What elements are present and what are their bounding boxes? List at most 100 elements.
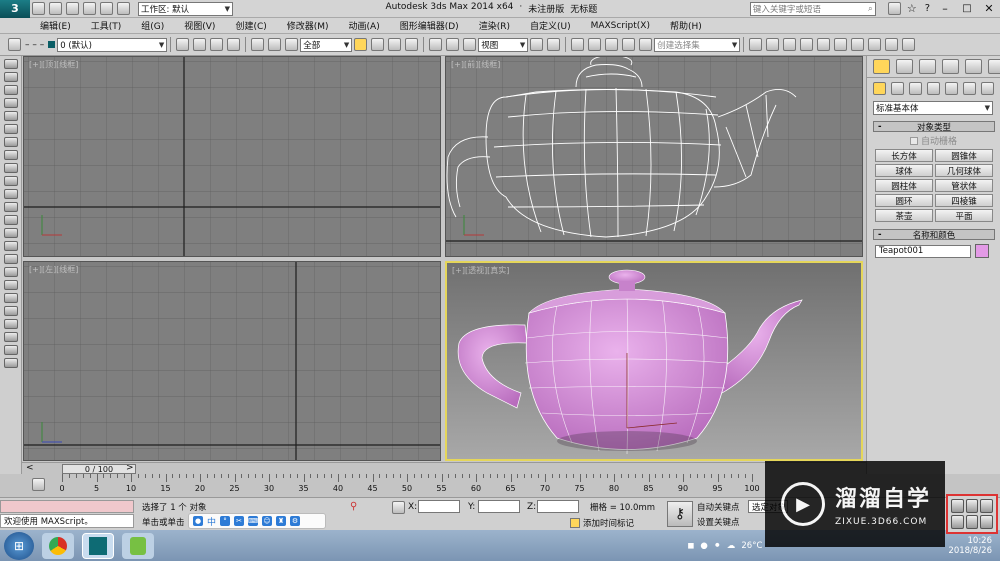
tool-icon[interactable] <box>3 124 18 134</box>
viewport-label[interactable]: [+][左][线框] <box>29 264 78 275</box>
ime-user-icon[interactable]: ☺ <box>262 516 273 526</box>
zoom-icon[interactable] <box>951 499 964 513</box>
tool-icon[interactable] <box>3 215 18 225</box>
tray-icon[interactable]: ◼ <box>687 541 694 551</box>
set-key-mode-icon[interactable]: ⚷ <box>667 501 693 527</box>
menu-help[interactable]: 帮助(H) <box>660 19 712 32</box>
tray-icon[interactable]: ● <box>700 541 707 551</box>
layer-add-icon[interactable] <box>193 38 207 51</box>
unlink-icon[interactable] <box>268 38 282 51</box>
new-file-icon[interactable] <box>32 2 45 15</box>
add-time-tag[interactable]: 添加时间标记 <box>570 516 660 529</box>
ime-keyboard-icon[interactable]: ⌨ <box>248 516 258 526</box>
ime-settings-icon[interactable]: ⚙ <box>290 516 301 526</box>
menu-customize[interactable]: 自定义(U) <box>520 19 581 32</box>
x-coord-input[interactable] <box>418 500 460 513</box>
plane-button[interactable]: 平面 <box>935 209 993 222</box>
shapes-icon[interactable] <box>891 82 904 95</box>
bind-spacewarp-icon[interactable] <box>285 38 299 51</box>
create-tab-icon[interactable] <box>873 59 890 74</box>
app-taskbar-icon[interactable] <box>122 532 154 559</box>
menu-modifiers[interactable]: 修改器(M) <box>277 19 339 32</box>
menu-create[interactable]: 创建(C) <box>225 19 276 32</box>
ime-scissors-icon[interactable]: ✂ <box>234 516 245 526</box>
time-slider[interactable]: 0 / 100 < > <box>22 462 866 474</box>
tool-icon[interactable] <box>3 59 18 69</box>
ime-lang-label[interactable]: 中 <box>207 515 216 528</box>
start-button[interactable]: ⊞ <box>4 531 34 560</box>
cone-button[interactable]: 圆锥体 <box>935 149 993 162</box>
schematic-view-icon[interactable] <box>834 38 848 51</box>
viewport-label[interactable]: [+][透视][真实] <box>452 265 509 276</box>
set-key-button[interactable]: 设置关键点 <box>697 515 745 528</box>
window-crossing-icon[interactable] <box>405 38 419 51</box>
clock-date[interactable]: 2018/8/26 <box>948 546 992 556</box>
minimize-button[interactable]: – <box>934 2 956 15</box>
viewport-perspective[interactable]: [+][透视][真实] <box>445 261 863 461</box>
layer-highlight-icon[interactable] <box>227 38 241 51</box>
angle-snap-icon[interactable] <box>588 38 602 51</box>
ime-shirt-icon[interactable]: ♜ <box>276 516 287 526</box>
tool-icon[interactable] <box>3 345 18 355</box>
maxscript-mini-listener-pink[interactable] <box>0 500 134 513</box>
motion-tab-icon[interactable] <box>942 59 959 74</box>
tool-icon[interactable] <box>3 72 18 82</box>
curve-editor-icon[interactable] <box>817 38 831 51</box>
rect-selection-icon[interactable] <box>388 38 402 51</box>
time-slider-thumb[interactable]: 0 / 100 <box>62 464 136 474</box>
tool-icon[interactable] <box>3 150 18 160</box>
menu-views[interactable]: 视图(V) <box>174 19 225 32</box>
tool-icon[interactable] <box>3 280 18 290</box>
link-icon[interactable] <box>251 38 265 51</box>
tool-icon[interactable] <box>3 202 18 212</box>
transform-mode-icon[interactable] <box>392 501 405 514</box>
modify-tab-icon[interactable] <box>896 59 913 74</box>
tool-icon[interactable] <box>3 332 18 342</box>
undo-icon[interactable] <box>83 2 96 15</box>
pyramid-button[interactable]: 四棱锥 <box>935 194 993 207</box>
viewport-left[interactable]: [+][左][线框] <box>23 261 441 461</box>
display-tab-icon[interactable] <box>965 59 982 74</box>
primitive-category-dropdown[interactable]: 标准基本体 ▼ <box>873 101 993 115</box>
maxscript-mini-listener[interactable]: 欢迎使用 MAXScript。 <box>0 514 134 528</box>
search-field[interactable]: 键入关键字或短语 ⌕ <box>749 1 876 16</box>
viewport-front[interactable]: [+][前][线框] <box>445 56 863 257</box>
menu-tools[interactable]: 工具(T) <box>81 19 132 32</box>
z-coord-input[interactable] <box>537 500 579 513</box>
hold-icon[interactable] <box>117 2 130 15</box>
tool-icon[interactable] <box>3 189 18 199</box>
rotate-icon[interactable] <box>446 38 460 51</box>
auto-key-button[interactable]: 自动关键点 <box>697 500 745 513</box>
pan-icon[interactable] <box>965 515 979 529</box>
ime-punct-icon[interactable]: ° <box>220 516 231 526</box>
move-icon[interactable] <box>429 38 443 51</box>
viewport-label[interactable]: [+][前][线框] <box>451 59 500 70</box>
layer-manager-icon[interactable] <box>8 38 21 51</box>
auto-grid-checkbox[interactable] <box>909 136 918 145</box>
tool-icon[interactable] <box>3 163 18 173</box>
redo-icon[interactable] <box>100 2 113 15</box>
rendered-frame-icon[interactable] <box>885 38 899 51</box>
zoom-extents-icon[interactable] <box>980 499 993 513</box>
clock-time[interactable]: 10:26 <box>968 536 993 546</box>
snap-toggle-icon[interactable] <box>571 38 585 51</box>
tool-icon[interactable] <box>3 228 18 238</box>
workspace-dropdown[interactable]: 工作区: 默认 ▼ <box>138 1 233 16</box>
orbit-icon[interactable] <box>980 515 993 529</box>
tool-icon[interactable] <box>3 98 18 108</box>
render-production-icon[interactable] <box>902 38 916 51</box>
viewport-top[interactable]: [+][顶][线框] <box>23 56 441 257</box>
y-coord-input[interactable] <box>478 500 520 513</box>
tool-icon[interactable] <box>3 241 18 251</box>
pivot-center-icon[interactable] <box>530 38 544 51</box>
tool-icon[interactable] <box>3 137 18 147</box>
select-by-name-icon[interactable] <box>371 38 385 51</box>
menu-graph-editors[interactable]: 图形编辑器(D) <box>390 19 469 32</box>
systems-icon[interactable] <box>981 82 994 95</box>
tool-icon[interactable] <box>3 293 18 303</box>
tool-icon[interactable] <box>3 267 18 277</box>
percent-snap-icon[interactable] <box>605 38 619 51</box>
menu-rendering[interactable]: 渲染(R) <box>469 19 520 32</box>
tool-icon[interactable] <box>3 85 18 95</box>
spacewarps-icon[interactable] <box>963 82 976 95</box>
